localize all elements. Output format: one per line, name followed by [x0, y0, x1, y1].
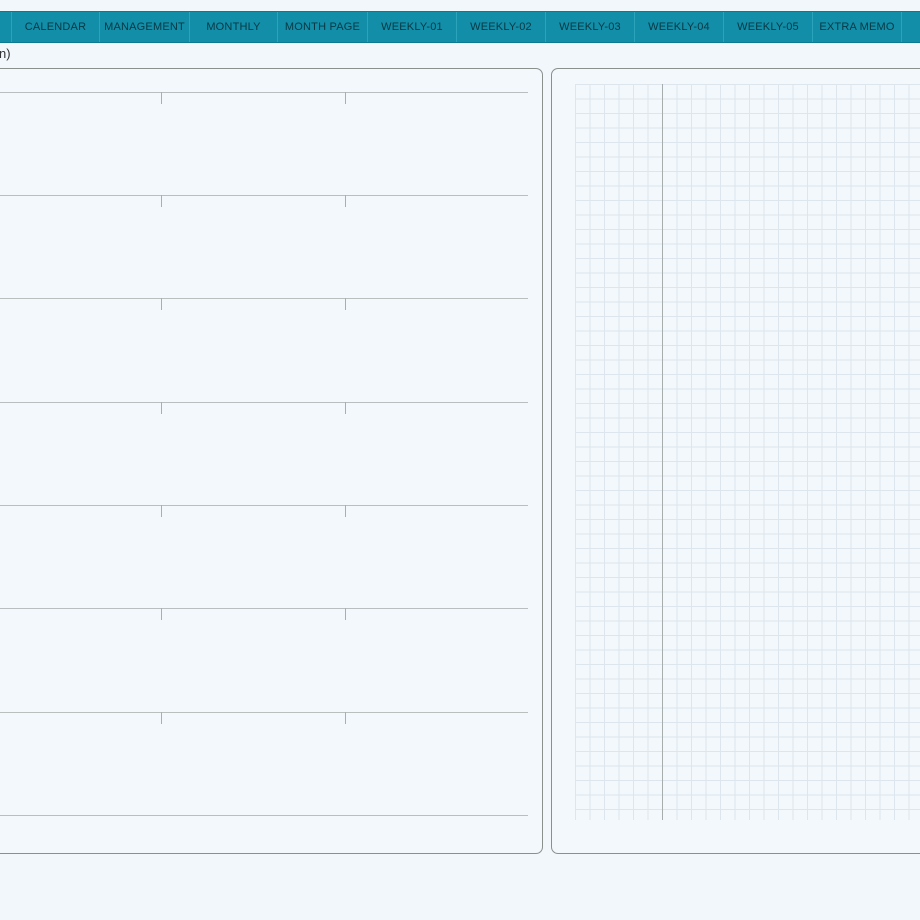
tab-bar: CALENDAR MANAGEMENT MONTHLY MONTH PAGE W… [0, 11, 920, 43]
row-line [0, 92, 528, 93]
column-tick [345, 92, 346, 104]
column-tick [161, 608, 162, 620]
column-tick [345, 195, 346, 207]
tab-management[interactable]: MANAGEMENT [100, 12, 190, 42]
tab-weekly-05[interactable]: WEEKLY-05 [724, 12, 813, 42]
tab-monthly[interactable]: MONTHLY [190, 12, 278, 42]
weekly-schedule-panel [0, 68, 543, 854]
column-tick [345, 505, 346, 517]
tab-month-page[interactable]: MONTH PAGE [278, 12, 368, 42]
memo-divider-line [662, 84, 663, 820]
column-tick [161, 402, 162, 414]
tab-weekly-01[interactable]: WEEKLY-01 [368, 12, 457, 42]
memo-grid[interactable] [575, 84, 920, 820]
row-line [0, 195, 528, 196]
column-tick [161, 195, 162, 207]
tab-calendar[interactable]: CALENDAR [12, 12, 100, 42]
tab-partial-right[interactable] [902, 12, 920, 42]
row-line [0, 298, 528, 299]
row-line [0, 608, 528, 609]
tab-partial[interactable] [0, 12, 12, 42]
column-tick [345, 298, 346, 310]
tab-weekly-04[interactable]: WEEKLY-04 [635, 12, 724, 42]
row-line [0, 712, 528, 713]
column-tick [161, 712, 162, 724]
column-tick [345, 402, 346, 414]
row-line [0, 505, 528, 506]
row-line [0, 402, 528, 403]
column-tick [345, 608, 346, 620]
column-tick [161, 298, 162, 310]
column-tick [161, 505, 162, 517]
row-line [0, 815, 528, 816]
tab-extra-memo[interactable]: EXTRA MEMO [813, 12, 902, 42]
column-tick [345, 712, 346, 724]
tab-weekly-02[interactable]: WEEKLY-02 [457, 12, 546, 42]
tab-weekly-03[interactable]: WEEKLY-03 [546, 12, 635, 42]
page-subtitle-fragment: n) [0, 46, 11, 61]
column-tick [161, 92, 162, 104]
